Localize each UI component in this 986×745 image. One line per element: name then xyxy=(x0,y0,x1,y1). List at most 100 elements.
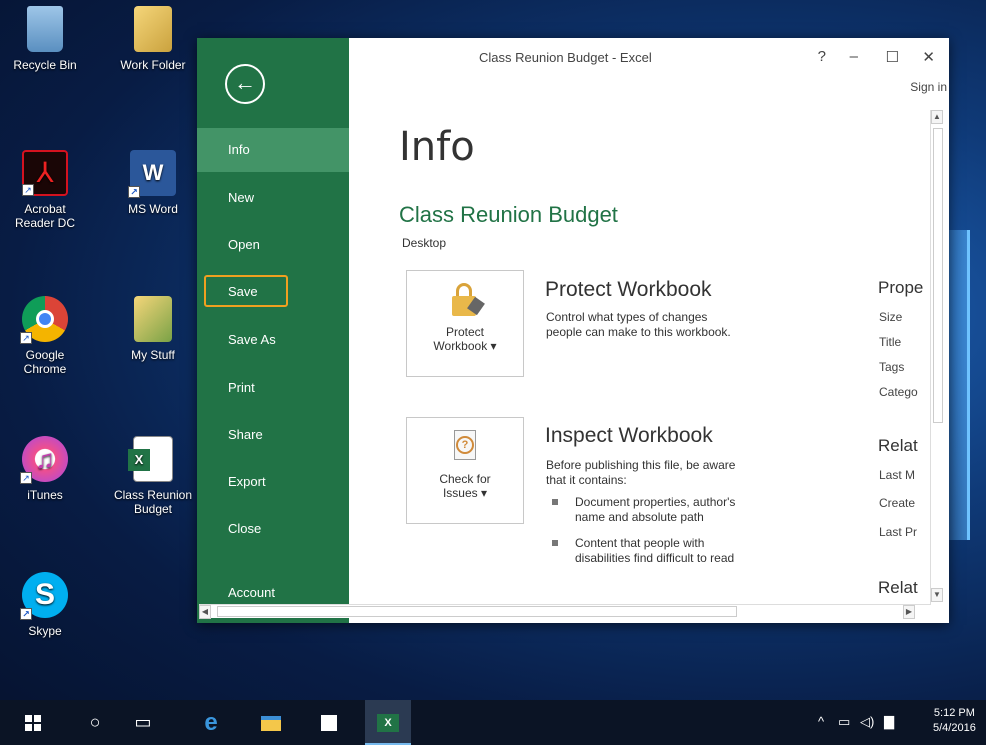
desktop-icon-my-stuff[interactable]: My Stuff xyxy=(108,296,198,362)
nav-print[interactable]: Print xyxy=(197,366,349,410)
excel-window: ← Info New Open Save Save As Print Share… xyxy=(197,38,949,623)
start-icon[interactable] xyxy=(10,700,56,745)
vertical-scrollbar[interactable]: ▲ ▼ xyxy=(930,110,944,605)
lock-icon xyxy=(450,283,485,319)
taskbar: ○ ▭ e X ^ ▭ ◁) ▇ 5:12 PM 5/4/2016 xyxy=(0,700,986,745)
protect-workbook-button[interactable]: Protect Workbook ▾ xyxy=(406,270,524,377)
properties-heading[interactable]: Prope xyxy=(878,278,923,298)
folder-icon xyxy=(134,296,172,342)
shortcut-arrow-icon: ↗ xyxy=(22,184,34,196)
property-label: Title xyxy=(879,335,902,349)
button-label: Issues ▾ xyxy=(442,486,488,500)
save-highlight-box xyxy=(204,275,288,307)
bullet-text: disabilities find difficult to read xyxy=(575,551,735,565)
desktop-icon-label: Reader DC xyxy=(14,216,76,230)
taskbar-clock[interactable]: 5:12 PM 5/4/2016 xyxy=(933,706,976,736)
page-title: Info xyxy=(399,124,475,170)
scroll-right-icon[interactable]: ▶ xyxy=(903,605,915,619)
store-icon[interactable] xyxy=(306,700,352,745)
nav-open[interactable]: Open xyxy=(197,223,349,267)
nav-close[interactable]: Close xyxy=(197,507,349,551)
related-date-label: Last Pr xyxy=(879,525,918,539)
scroll-up-icon[interactable]: ▲ xyxy=(931,110,943,124)
desktop-icon-class-reunion-budget[interactable]: X Class Reunion Budget xyxy=(108,436,198,516)
desktop-icon-recycle-bin[interactable]: Recycle Bin xyxy=(0,6,90,72)
skype-icon: S ↗ xyxy=(20,572,68,620)
workbook-location: Desktop xyxy=(402,236,447,250)
property-label: Tags xyxy=(879,360,905,374)
scroll-thumb[interactable] xyxy=(933,128,943,423)
task-view-icon[interactable]: ▭ xyxy=(120,700,166,745)
desktop-icon-label: iTunes xyxy=(27,488,63,502)
property-label: Catego xyxy=(879,385,918,399)
nav-export[interactable]: Export xyxy=(197,460,349,504)
nav-share[interactable]: Share xyxy=(197,413,349,457)
clock-date: 5/4/2016 xyxy=(933,722,976,734)
network-icon[interactable]: ▭ xyxy=(838,714,850,730)
backstage-nav: ← Info New Open Save Save As Print Share… xyxy=(197,38,349,623)
list-item: Document properties, author's name and a… xyxy=(552,495,736,525)
desktop-icon-label: Chrome xyxy=(23,362,67,376)
folder-icon xyxy=(134,6,172,52)
list-item: Content that people with disabilities fi… xyxy=(552,536,735,566)
desktop-icon-google-chrome[interactable]: ↗ Google Chrome xyxy=(0,296,90,376)
desktop-icon-label: MS Word xyxy=(128,202,178,216)
nav-info[interactable]: Info xyxy=(197,128,349,172)
nav-new[interactable]: New xyxy=(197,176,349,220)
inspect-workbook-title: Inspect Workbook xyxy=(545,424,713,447)
desktop-icon-label: Class Reunion xyxy=(113,488,193,502)
shortcut-arrow-icon: ↗ xyxy=(20,332,32,344)
protect-workbook-desc: people can make to this workbook. xyxy=(546,325,731,339)
sign-in-link[interactable]: Sign in xyxy=(910,80,947,94)
file-explorer-icon[interactable] xyxy=(248,700,294,745)
bullet-icon xyxy=(552,499,558,505)
inspect-document-icon: ? xyxy=(450,430,480,466)
nav-account[interactable]: Account xyxy=(197,583,349,603)
inspect-workbook-desc: that it contains: xyxy=(546,473,627,487)
excel-file-icon: X xyxy=(128,436,173,482)
desktop-icon-work-folder[interactable]: Work Folder xyxy=(108,6,198,72)
help-button[interactable]: ? xyxy=(818,48,826,65)
clock-time: 5:12 PM xyxy=(933,707,975,719)
notification-icon[interactable]: ▇ xyxy=(884,714,894,730)
minimize-button[interactable]: – xyxy=(850,48,858,65)
close-button[interactable]: ✕ xyxy=(922,48,935,66)
scroll-left-icon[interactable]: ◀ xyxy=(199,605,211,619)
button-label: Check for xyxy=(439,472,491,486)
desktop-icon-label: Budget xyxy=(133,502,173,516)
desktop-icon-label: Google xyxy=(25,348,65,362)
nav-save-as[interactable]: Save As xyxy=(197,318,349,362)
volume-icon[interactable]: ◁) xyxy=(860,714,874,730)
related-dates-heading: Relat xyxy=(878,436,918,455)
recycle-bin-icon xyxy=(27,6,63,52)
inspect-workbook-desc: Before publishing this file, be aware xyxy=(546,458,736,472)
search-icon[interactable]: ○ xyxy=(72,700,118,745)
shortcut-arrow-icon: ↗ xyxy=(20,608,32,620)
desktop-icon-acrobat[interactable]: ⅄ ↗ Acrobat Reader DC xyxy=(0,150,90,230)
desktop-icon-label: Work Folder xyxy=(120,58,186,72)
desktop-icon-label: Acrobat xyxy=(24,202,66,216)
desktop-icon-ms-word[interactable]: W ↗ MS Word xyxy=(108,150,198,216)
edge-icon[interactable]: e xyxy=(188,700,234,745)
desktop-icon-itunes[interactable]: ♫ ↗ iTunes xyxy=(0,436,90,502)
check-for-issues-button[interactable]: ? Check for Issues ▾ xyxy=(406,417,524,524)
desktop-icon-label: Skype xyxy=(28,624,62,638)
button-label: Workbook ▾ xyxy=(433,339,497,353)
chevron-up-icon[interactable]: ^ xyxy=(818,714,824,729)
desktop-icon-skype[interactable]: S ↗ Skype xyxy=(0,572,90,638)
acrobat-icon: ⅄ ↗ xyxy=(22,150,68,196)
maximize-button[interactable]: ☐ xyxy=(886,48,899,66)
related-date-label: Create xyxy=(879,496,916,510)
related-date-label: Last M xyxy=(879,468,916,482)
workbook-name: Class Reunion Budget xyxy=(399,202,618,227)
bullet-text: Document properties, author's xyxy=(575,495,736,509)
bullet-text: name and absolute path xyxy=(575,510,704,524)
scroll-thumb[interactable] xyxy=(217,606,737,617)
excel-icon[interactable]: X xyxy=(365,700,411,745)
desktop-icon-label: Recycle Bin xyxy=(13,58,77,72)
horizontal-scrollbar[interactable]: ◀ ▶ xyxy=(199,604,930,619)
back-arrow-icon[interactable]: ← xyxy=(225,64,265,104)
shortcut-arrow-icon: ↗ xyxy=(128,186,140,198)
scroll-down-icon[interactable]: ▼ xyxy=(931,588,943,602)
protect-workbook-desc: Control what types of changes xyxy=(546,310,708,324)
